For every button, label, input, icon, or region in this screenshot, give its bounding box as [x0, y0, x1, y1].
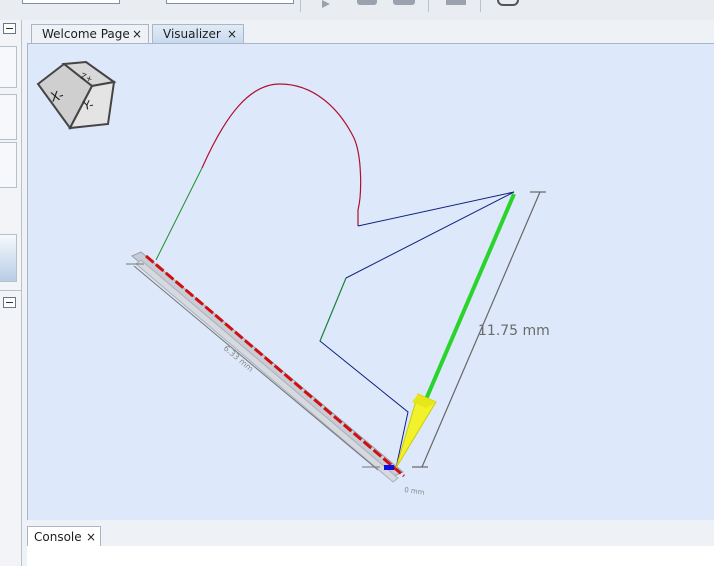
tab-label: Visualizer [163, 27, 221, 41]
play-icon[interactable] [322, 0, 330, 8]
stock-plate-edge [135, 259, 399, 483]
side-panel-slot[interactable] [0, 142, 17, 188]
toolbar-field[interactable] [166, 0, 294, 4]
arc-move-path [201, 83, 362, 226]
step-icon[interactable] [446, 0, 466, 5]
current-path-segment [422, 193, 516, 405]
toolbar-separator [428, 0, 429, 12]
visualizer-canvas[interactable]: X- Y- Z+ 11.75 mm 6.33 mm 0 mm [27, 44, 714, 520]
origin-marker [384, 465, 394, 470]
close-icon[interactable]: × [132, 25, 142, 44]
rapid-move-path [155, 167, 203, 261]
tab-label: Welcome Page [42, 27, 130, 41]
close-icon[interactable]: × [86, 527, 96, 547]
stop-icon[interactable] [357, 0, 377, 5]
console-output[interactable] [27, 546, 714, 566]
stock-plate [131, 251, 404, 477]
toolbar-strip [0, 0, 714, 20]
zero-measurement-label: 0 mm [404, 486, 425, 497]
x-axis-line [145, 254, 405, 478]
pause-icon[interactable] [393, 0, 415, 5]
minimize-button[interactable] [3, 297, 16, 308]
tab-label: Console [34, 530, 82, 544]
gear-icon[interactable] [497, 0, 519, 6]
tab-console[interactable]: Console × [27, 526, 101, 546]
close-icon[interactable]: × [227, 25, 237, 44]
editor-tab-bar: Welcome Page × Visualizer × [27, 22, 714, 44]
minimize-button[interactable] [3, 23, 16, 34]
side-panel-slot[interactable] [0, 94, 17, 140]
height-measurement-label: 11.75 mm [478, 323, 550, 339]
toolpath-scene: X- Y- Z+ 11.75 mm 6.33 mm 0 mm [36, 60, 550, 497]
tab-visualizer[interactable]: Visualizer × [152, 24, 244, 43]
toolbar-field[interactable] [22, 0, 120, 4]
left-panel [0, 20, 22, 566]
rapid-move-path [319, 277, 347, 342]
panel-divider [0, 290, 21, 291]
side-panel-slot[interactable] [0, 234, 17, 282]
toolbar-separator [480, 0, 481, 12]
console-tab-bar: Console × [27, 524, 714, 547]
tab-welcome-page[interactable]: Welcome Page × [31, 24, 149, 43]
orientation-cube[interactable]: X- Y- Z+ [36, 60, 117, 130]
side-panel-slot[interactable] [0, 46, 17, 88]
toolbar-separator [300, 0, 301, 12]
